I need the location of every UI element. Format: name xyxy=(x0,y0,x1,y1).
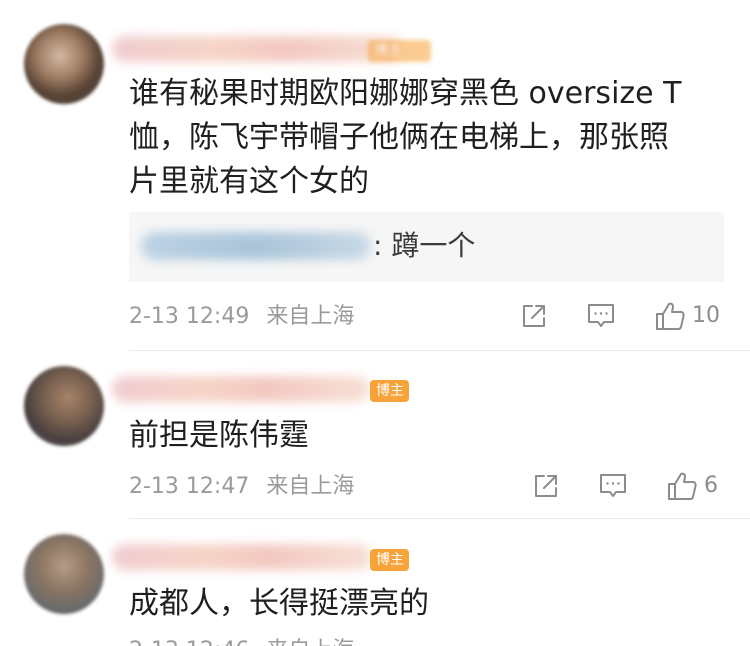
share-icon xyxy=(535,475,557,497)
comment-date: 2-13 12:49 xyxy=(129,304,250,329)
username-blurred[interactable] xyxy=(112,376,370,402)
like-button[interactable]: 6 xyxy=(666,470,718,502)
username-blurred[interactable] xyxy=(112,36,402,62)
comment-meta: 2-13 12:46 来自上海 xyxy=(129,636,354,646)
reply-username-blurred[interactable] xyxy=(141,232,371,260)
comment-location: 来自上海 xyxy=(266,474,355,499)
thumbs-up-icon xyxy=(656,302,685,330)
like-button[interactable]: 10 xyxy=(654,300,720,332)
thumbs-up-icon xyxy=(668,472,697,500)
comment-feed: 博主 谁有秘果时期欧阳娜娜穿黑色 oversize T 恤，陈飞宇带帽子他俩在电… xyxy=(0,0,750,646)
comment-text: 片里就有这个女的 xyxy=(129,164,369,199)
divider xyxy=(129,518,750,519)
comment-location: 来自上海 xyxy=(266,638,354,646)
comment-button[interactable] xyxy=(598,472,628,500)
avatar[interactable] xyxy=(24,366,104,446)
comment-button[interactable] xyxy=(586,302,616,330)
blogger-badge: 博主 xyxy=(368,40,431,62)
divider xyxy=(129,350,750,351)
username-blurred[interactable] xyxy=(112,544,372,570)
comment-location: 来自上海 xyxy=(266,304,355,329)
comment-text: 恤，陈飞宇带帽子他俩在电梯上，那张照 xyxy=(129,120,669,155)
comment-date: 2-13 12:47 xyxy=(129,474,250,499)
like-count: 10 xyxy=(692,303,720,328)
comment-text: 谁有秘果时期欧阳娜娜穿黑色 oversize T xyxy=(129,76,682,111)
blogger-badge: 博主 xyxy=(370,380,409,402)
reply-text: : 蹲一个 xyxy=(373,229,476,262)
like-count: 6 xyxy=(704,473,718,498)
share-button[interactable] xyxy=(520,302,548,330)
reply-preview[interactable]: : 蹲一个 xyxy=(129,212,724,282)
blogger-badge: 博主 xyxy=(370,549,409,571)
avatar[interactable] xyxy=(24,534,104,614)
comment-icon xyxy=(600,474,626,497)
comment-text: 成都人，长得挺漂亮的 xyxy=(129,586,429,621)
comment-date: 2-13 12:46 xyxy=(129,638,249,646)
comment-icon xyxy=(588,304,614,327)
comment-text: 前担是陈伟霆 xyxy=(129,418,309,453)
share-icon xyxy=(523,305,545,327)
share-button[interactable] xyxy=(532,472,560,500)
comment-meta: 2-13 12:47 来自上海 xyxy=(129,472,354,502)
avatar[interactable] xyxy=(24,24,104,104)
comment-meta: 2-13 12:49 来自上海 xyxy=(129,302,354,332)
